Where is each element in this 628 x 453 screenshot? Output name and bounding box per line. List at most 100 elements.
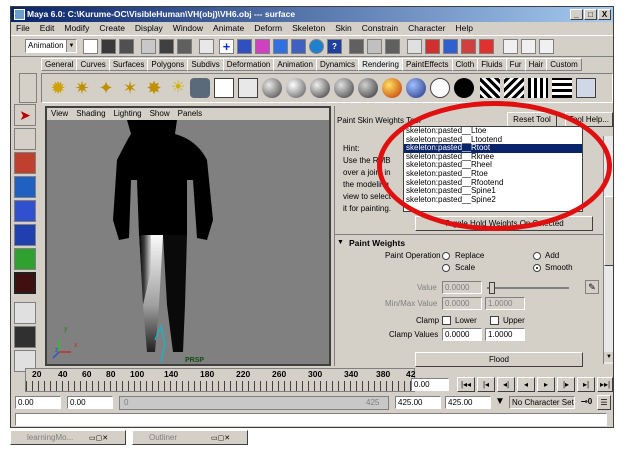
lasso-tool-icon[interactable] <box>14 128 36 150</box>
tab-fur[interactable]: Fur <box>505 58 526 71</box>
maximize-button[interactable]: □ <box>584 9 597 20</box>
channel-box-icon[interactable] <box>539 39 554 54</box>
playback-start-field[interactable]: 0.00 <box>67 396 113 409</box>
clamp-upper-checkbox[interactable] <box>490 316 499 325</box>
render-globals-icon[interactable] <box>576 78 596 98</box>
help-pick-icon[interactable]: ? <box>327 39 342 54</box>
playback-end-field[interactable]: 425.00 <box>395 396 441 409</box>
menu-skeleton[interactable]: Skeleton <box>287 22 330 35</box>
tab-rendering[interactable]: Rendering <box>358 58 403 71</box>
select-hierarchy-icon[interactable] <box>141 39 156 54</box>
animation-end-field[interactable]: 425.00 <box>445 396 491 409</box>
select-tool-icon[interactable]: ➤ <box>14 104 36 126</box>
tool-settings-icon[interactable] <box>521 39 536 54</box>
render-view-icon[interactable] <box>528 78 548 98</box>
menu-help[interactable]: Help <box>450 22 477 35</box>
menu-file[interactable]: File <box>11 22 35 35</box>
menu-window[interactable]: Window <box>168 22 208 35</box>
clamp-lower-checkbox[interactable] <box>442 316 451 325</box>
close-button[interactable]: X <box>598 9 611 20</box>
step-back-key-button[interactable]: |◂ <box>477 377 495 392</box>
surface-pick-icon[interactable] <box>273 39 288 54</box>
animation-start-field[interactable]: 0.00 <box>15 396 61 409</box>
menu-display[interactable]: Display <box>130 22 168 35</box>
manipulator-tool-icon[interactable] <box>14 248 36 270</box>
use-background-icon[interactable] <box>454 78 474 98</box>
open-scene-icon[interactable] <box>101 39 116 54</box>
tab-general[interactable]: General <box>41 58 78 71</box>
scale-radio[interactable] <box>442 264 450 272</box>
scrollbar-thumb[interactable] <box>604 196 613 266</box>
menu-create[interactable]: Create <box>94 22 130 35</box>
module-selector[interactable]: Animation ▼ <box>25 39 77 53</box>
ambient-light-icon[interactable]: ✹ <box>48 78 68 98</box>
go-to-start-button[interactable]: |◂◂ <box>457 377 475 392</box>
minimize-button[interactable]: _ <box>570 9 583 20</box>
shading-map-icon[interactable] <box>406 78 426 98</box>
camera-icon[interactable] <box>190 78 210 98</box>
phong-shader-icon[interactable] <box>310 78 330 98</box>
render-icon[interactable] <box>425 39 440 54</box>
tab-polygons[interactable]: Polygons <box>147 58 189 71</box>
viewport-menu-view[interactable]: View <box>47 108 72 120</box>
history-icon[interactable] <box>407 39 422 54</box>
camera-aim-icon[interactable] <box>214 78 234 98</box>
step-back-frame-button[interactable]: ◂| <box>497 377 515 392</box>
shelf-menu-button[interactable] <box>19 73 37 103</box>
curve-pick-icon[interactable] <box>255 39 270 54</box>
menu-constrain[interactable]: Constrain <box>357 22 403 35</box>
ramp-shader-icon[interactable] <box>382 78 402 98</box>
character-set-selector[interactable]: No Character Set <box>509 396 575 409</box>
snap-point-icon[interactable] <box>385 39 400 54</box>
tab-cloth[interactable]: Cloth <box>451 58 479 71</box>
scroll-down-arrow-icon[interactable]: ▼ <box>604 352 613 362</box>
clamp-min-field[interactable]: 0.0000 <box>442 328 482 341</box>
tab-deformation[interactable]: Deformation <box>222 58 275 71</box>
viewport-menu-panels[interactable]: Panels <box>174 108 206 120</box>
ipr-render-icon[interactable] <box>443 39 458 54</box>
replace-radio[interactable] <box>442 252 450 260</box>
max-value-field[interactable]: 1.0000 <box>485 297 525 310</box>
viewport-menu-shading[interactable]: Shading <box>72 108 109 120</box>
mask-icon[interactable] <box>199 39 214 54</box>
smooth-radio[interactable] <box>533 264 541 272</box>
directional-light-icon[interactable]: ✷ <box>72 78 92 98</box>
spot-light-icon[interactable]: ✶ <box>120 78 140 98</box>
menu-animate[interactable]: Animate <box>208 22 249 35</box>
collapse-arrow-icon[interactable]: ▼ <box>337 238 344 248</box>
menu-modify[interactable]: Modify <box>59 22 94 35</box>
flood-button[interactable]: Flood <box>415 352 583 367</box>
outliner-window[interactable]: Outliner ▭▢✕ <box>132 430 248 445</box>
tab-hair[interactable]: Hair <box>524 58 548 71</box>
file-texture-icon[interactable] <box>504 78 524 98</box>
play-forward-button[interactable]: ▸ <box>537 377 555 392</box>
snap-curve-icon[interactable] <box>367 39 382 54</box>
clamp-max-field[interactable]: 1.0000 <box>485 328 525 341</box>
time-ruler[interactable]: 20 40 60 80 100 140 180 220 260 300 340 … <box>25 368 415 392</box>
min-value-field[interactable]: 0.0000 <box>442 297 482 310</box>
attribute-editor-icon[interactable] <box>503 39 518 54</box>
blinn-shader-icon[interactable] <box>286 78 306 98</box>
joint-pick-icon[interactable] <box>237 39 252 54</box>
select-object-icon[interactable] <box>159 39 174 54</box>
play-backward-button[interactable]: ◂ <box>517 377 535 392</box>
maya-logo-layout-icon[interactable] <box>14 326 36 348</box>
perspective-viewport[interactable]: View Shading Lighting Show Panels y x z … <box>45 106 331 366</box>
command-input[interactable] <box>15 413 607 426</box>
menu-skin[interactable]: Skin <box>330 22 357 35</box>
move-tool-icon[interactable] <box>14 176 36 198</box>
scale-tool-icon[interactable] <box>14 224 36 246</box>
key-icon[interactable]: ⊸0 <box>581 397 592 407</box>
value-slider-track[interactable] <box>487 287 569 289</box>
rotate-tool-icon[interactable] <box>14 200 36 222</box>
snap-grid-icon[interactable] <box>349 39 364 54</box>
plus-icon[interactable]: + <box>219 39 234 54</box>
window-controls-icon[interactable]: ▭▢✕ <box>89 432 108 445</box>
tab-dynamics[interactable]: Dynamics <box>315 58 360 71</box>
single-perspective-layout-icon[interactable] <box>14 302 36 324</box>
value-slider-handle[interactable] <box>489 282 495 294</box>
tab-fluids[interactable]: Fluids <box>477 58 507 71</box>
checker-texture-icon[interactable] <box>480 78 500 98</box>
batch-render-icon[interactable] <box>552 78 572 98</box>
viewport-menu-lighting[interactable]: Lighting <box>110 108 146 120</box>
